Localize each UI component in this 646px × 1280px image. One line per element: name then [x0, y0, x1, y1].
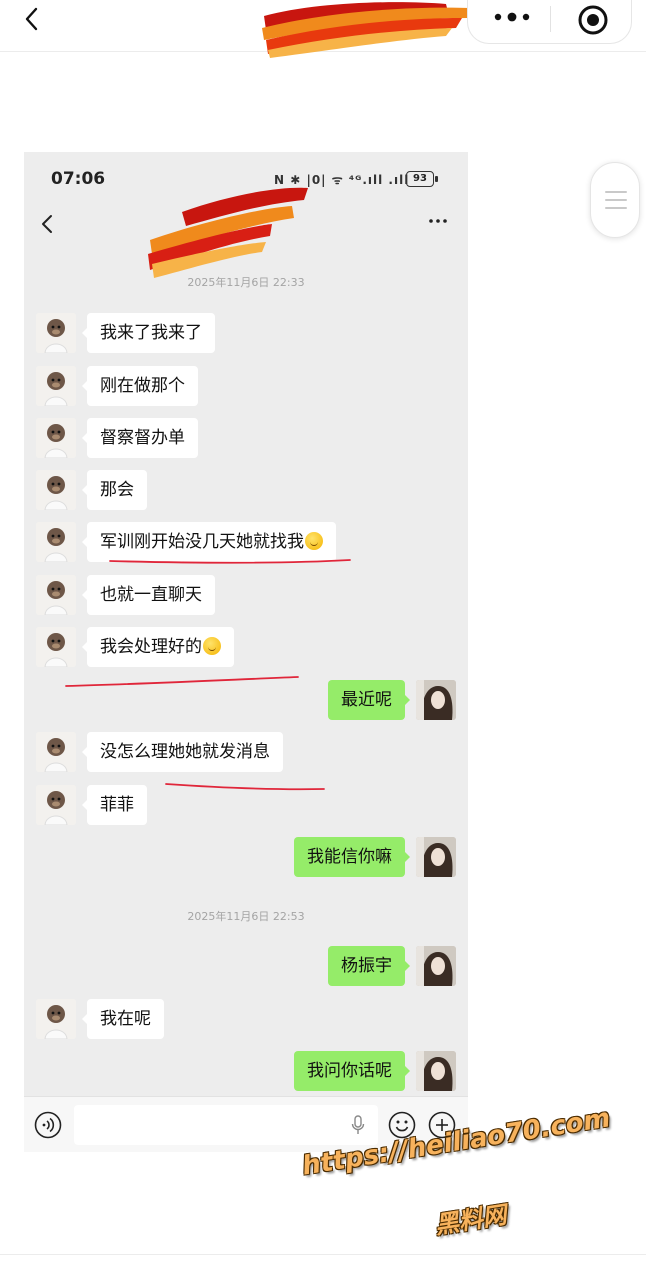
more-dots-icon[interactable]: [490, 10, 534, 24]
redaction-scribble: [262, 2, 470, 58]
message-row: 我在呢: [24, 999, 468, 1041]
emoji-icon: [305, 532, 323, 550]
bottom-divider: [0, 1254, 646, 1255]
message-row: 我会处理好的: [24, 627, 468, 669]
message-row: 也就一直聊天: [24, 575, 468, 617]
avatar[interactable]: [36, 522, 76, 562]
message-bubble[interactable]: 杨振宇: [328, 946, 410, 986]
avatar[interactable]: [36, 418, 76, 458]
menu-lines-icon: [605, 191, 627, 215]
status-time: 07:06: [51, 169, 106, 189]
avatar[interactable]: [36, 366, 76, 406]
chat-timestamp: 2025年11月6日 22:33: [187, 276, 305, 289]
mini-program-top-bar: [0, 0, 646, 58]
watermark-name: 黑料网: [432, 1200, 509, 1240]
red-underline-annotation: [65, 676, 299, 687]
chevron-left-icon[interactable]: [18, 4, 48, 34]
message-bubble[interactable]: 我来了我来了: [82, 313, 215, 353]
avatar[interactable]: [416, 837, 456, 877]
message-row: 没怎么理她她就发消息: [24, 732, 468, 774]
message-row: 我能信你嘛: [24, 837, 468, 879]
avatar[interactable]: [416, 1051, 456, 1091]
chat-screenshot: 07:06 N ✱ |0| ᯤ ⁴ᴳ.ıll .ıll 93 2025年11月6…: [24, 152, 468, 1152]
message-bubble[interactable]: 督察督办单: [82, 418, 198, 458]
message-row: 那会: [24, 470, 468, 512]
message-text: 我会处理好的: [100, 637, 202, 657]
message-bubble[interactable]: 菲菲: [82, 785, 147, 825]
message-row: 我来了我来了: [24, 313, 468, 355]
chat-timestamp: 2025年11月6日 22:53: [187, 910, 305, 923]
microphone-icon[interactable]: [351, 1115, 365, 1135]
message-row: 杨振宇: [24, 946, 468, 988]
chat-more-icon[interactable]: [428, 216, 448, 226]
message-input[interactable]: [74, 1105, 378, 1145]
avatar[interactable]: [416, 680, 456, 720]
message-bubble[interactable]: 刚在做那个: [82, 366, 198, 406]
capsule-divider: [550, 6, 551, 32]
message-bubble[interactable]: 我问你话呢: [294, 1051, 410, 1091]
message-bubble[interactable]: 最近呢: [328, 680, 410, 720]
record-target-icon[interactable]: [576, 3, 610, 37]
message-row: 刚在做那个: [24, 366, 468, 408]
avatar[interactable]: [36, 999, 76, 1039]
floating-side-button[interactable]: [590, 162, 640, 238]
battery-indicator: 93: [406, 171, 438, 187]
red-underline-annotation: [109, 559, 351, 564]
avatar[interactable]: [36, 732, 76, 772]
avatar[interactable]: [36, 470, 76, 510]
chat-back-icon[interactable]: [38, 212, 56, 236]
message-bubble[interactable]: 我能信你嘛: [294, 837, 410, 877]
avatar[interactable]: [416, 946, 456, 986]
message-row: 我问你话呢: [24, 1051, 468, 1093]
avatar[interactable]: [36, 627, 76, 667]
avatar[interactable]: [36, 313, 76, 353]
message-bubble[interactable]: 没怎么理她她就发消息: [82, 732, 283, 772]
avatar[interactable]: [36, 785, 76, 825]
avatar[interactable]: [36, 575, 76, 615]
message-bubble[interactable]: 我会处理好的: [82, 627, 234, 667]
red-underline-annotation: [165, 783, 325, 791]
message-text: 军训刚开始没几天她就找我: [100, 532, 304, 552]
message-row: 督察督办单: [24, 418, 468, 460]
message-bubble[interactable]: 也就一直聊天: [82, 575, 215, 615]
emoji-icon: [203, 637, 221, 655]
voice-icon[interactable]: [34, 1111, 62, 1139]
message-bubble[interactable]: 那会: [82, 470, 147, 510]
redaction-scribble: [148, 187, 308, 278]
capsule-menu: [467, 0, 632, 44]
message-bubble[interactable]: 我在呢: [82, 999, 164, 1039]
